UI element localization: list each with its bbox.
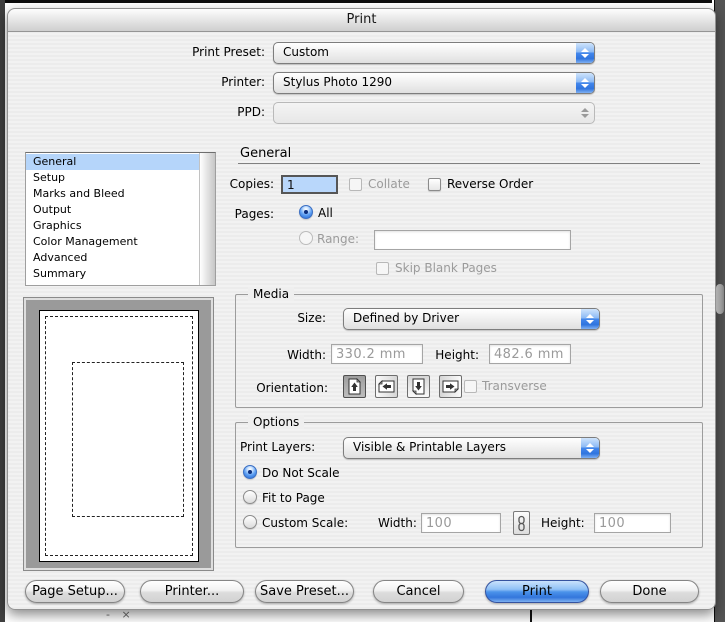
reverse-order-checkbox[interactable] [428,178,441,191]
sidebar-item-general[interactable]: General [26,154,199,170]
page-portrait-up-icon [347,378,362,395]
page-setup-button[interactable]: Page Setup... [25,580,125,603]
print-preview [23,297,214,571]
pages-range-label: Range: [317,232,359,246]
orientation-label: Orientation: [246,381,328,395]
page-landscape-left-icon [378,379,395,394]
transverse-label: Transverse [482,379,547,393]
range-input[interactable] [374,230,571,250]
collate-label: Collate [368,177,410,191]
media-width-label: Width: [248,348,326,362]
ppd-label: PPD: [88,105,265,119]
chain-link-icon [516,515,527,532]
custom-height-input [594,513,671,533]
printer-label: Printer: [88,75,265,89]
custom-scale-radio[interactable] [243,515,257,529]
pages-all-label: All [318,206,333,220]
printer-button[interactable]: Printer... [140,580,244,603]
sidebar-item-summary[interactable]: Summary [26,266,199,282]
collate-checkbox [349,178,362,191]
cancel-button[interactable]: Cancel [373,580,464,603]
popup-arrows-icon [576,73,594,93]
skip-blank-pages-label: Skip Blank Pages [395,261,497,275]
custom-height-label: Height: [541,516,585,530]
orientation-portrait-button[interactable] [343,375,366,398]
options-group-title: Options [248,415,304,429]
fit-to-page-label: Fit to Page [262,491,325,505]
page-landscape-right-icon [442,379,459,394]
printer-value: Stylus Photo 1290 [283,73,392,92]
reverse-order-label: Reverse Order [447,177,533,191]
size-label: Size: [258,311,326,325]
print-dialog: Print Print Preset: Custom Printer: Styl… [7,8,716,610]
general-heading: General [240,146,291,161]
size-value: Defined by Driver [353,309,459,328]
printer-popup[interactable]: Stylus Photo 1290 [273,72,595,94]
page-portrait-down-icon [411,378,426,395]
dialog-title: Print [8,12,715,27]
fit-to-page-radio[interactable] [243,490,257,504]
background-scrollbar-thumb[interactable] [716,284,724,314]
media-width-input [331,344,423,364]
sidebar-item-color-management[interactable]: Color Management [26,234,199,250]
orientation-landscape-right-button[interactable] [439,375,462,398]
general-heading-rule [238,163,700,164]
orientation-portrait-flipped-button[interactable] [407,375,430,398]
transverse-checkbox [464,380,477,393]
sidebar-item-advanced[interactable]: Advanced [26,250,199,266]
copies-input[interactable] [281,175,338,194]
background-window-divider [530,609,532,622]
preview-paper [39,310,199,562]
custom-scale-label: Custom Scale: [262,516,348,530]
copies-label: Copies: [188,177,274,191]
preview-document-page [72,362,184,517]
print-preset-popup[interactable]: Custom [273,42,595,64]
sidebar-item-output[interactable]: Output [26,202,199,218]
sidebar-item-setup[interactable]: Setup [26,170,199,186]
pages-range-radio [299,231,313,245]
background-window-left-edge [0,0,5,622]
popup-arrows-icon [581,438,599,458]
print-preset-value: Custom [283,43,329,62]
ppd-popup [273,102,595,124]
orientation-landscape-left-button[interactable] [375,375,398,398]
do-not-scale-label: Do Not Scale [262,466,340,480]
print-layers-popup[interactable]: Visible & Printable Layers [343,437,600,459]
pages-label: Pages: [188,207,274,221]
title-bar: Print [8,9,715,32]
print-button[interactable]: Print [485,580,589,603]
media-height-input [489,344,571,364]
background-window-top-edge [0,0,712,3]
sidebar-item-marks-and-bleed[interactable]: Marks and Bleed [26,186,199,202]
popup-arrows-icon [576,43,594,63]
print-preset-label: Print Preset: [88,45,265,59]
skip-blank-pages-checkbox [376,262,389,275]
do-not-scale-radio[interactable] [243,465,257,479]
print-layers-value: Visible & Printable Layers [353,438,506,457]
size-popup[interactable]: Defined by Driver [343,308,600,330]
custom-width-label: Width: [378,516,417,530]
popup-arrows-icon [581,309,599,329]
constrain-proportions-button[interactable] [513,511,530,535]
pages-all-radio[interactable] [299,205,313,219]
save-preset-button[interactable]: Save Preset... [255,580,354,603]
media-height-label: Height: [423,348,479,362]
custom-width-input [421,513,501,533]
sidebar-item-graphics[interactable]: Graphics [26,218,199,234]
popup-arrows-icon [576,103,594,123]
media-group-title: Media [248,287,294,301]
done-button[interactable]: Done [600,580,699,603]
print-layers-label: Print Layers: [240,440,315,454]
